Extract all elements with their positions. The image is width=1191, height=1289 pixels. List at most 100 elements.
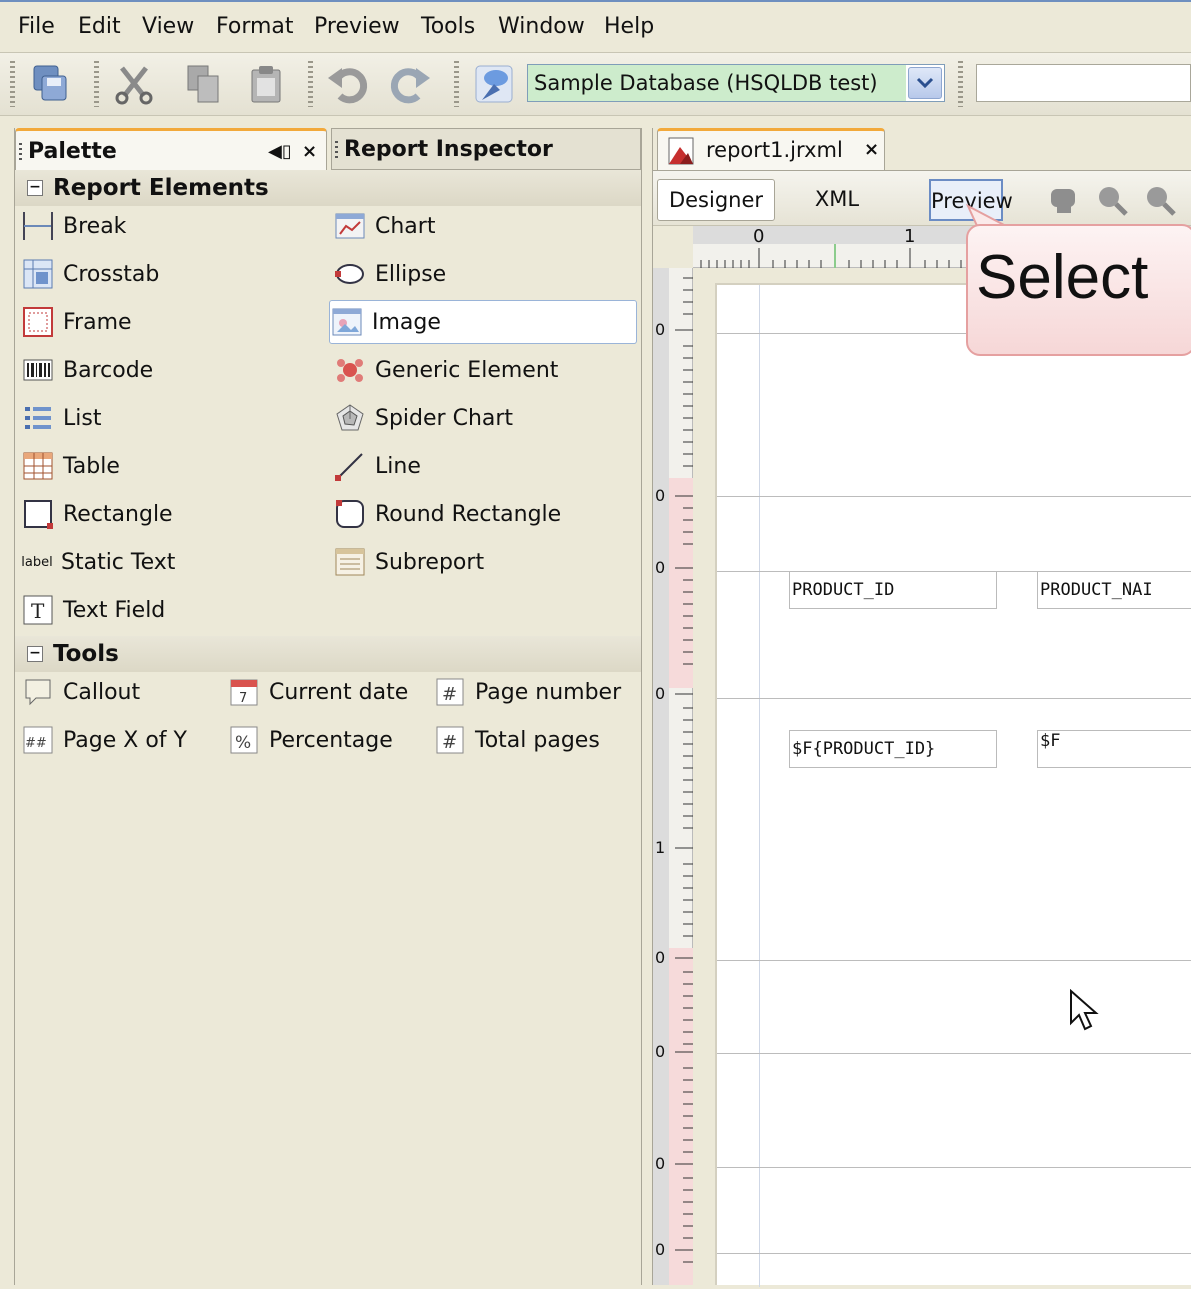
doc-tab-label: report1.jrxml — [706, 138, 843, 162]
toolbar-grip[interactable] — [308, 61, 313, 107]
total-pages-icon: # — [436, 726, 464, 754]
tab-report-inspector[interactable]: Report Inspector — [331, 128, 641, 170]
menu-edit[interactable]: Edit — [78, 14, 121, 39]
datasource-button[interactable] — [468, 61, 520, 107]
report-elements-header[interactable]: − Report Elements — [15, 170, 641, 206]
tool-item-total-pages[interactable]: # Total pages — [433, 718, 637, 762]
static-field-product-id[interactable]: PRODUCT_ID — [789, 571, 997, 609]
palette-item-table[interactable]: Table — [21, 444, 311, 488]
vruler-label: 0 — [655, 684, 666, 703]
tool-item-page-number[interactable]: # Page number — [433, 670, 637, 714]
tool-item-page-x-of-y[interactable]: ## Page X of Y — [21, 718, 221, 762]
palette-item-frame[interactable]: Frame — [21, 300, 311, 344]
copy-button[interactable] — [178, 61, 230, 107]
menu-preview[interactable]: Preview — [314, 14, 400, 39]
vruler-label: 0 — [655, 1154, 666, 1173]
tab-xml[interactable]: XML — [801, 179, 873, 221]
paste-icon — [251, 66, 281, 103]
band-separator[interactable] — [717, 1053, 1191, 1054]
palette-panel: Palette ◀▯ × Report Inspector − Report E… — [14, 128, 642, 1285]
ruler-label-0: 0 — [753, 226, 765, 247]
paste-button[interactable] — [240, 61, 292, 107]
palette-item-chart[interactable]: Chart — [333, 204, 633, 248]
text-field-second[interactable]: $F — [1037, 730, 1191, 768]
palette-item-ellipse[interactable]: Ellipse — [333, 252, 633, 296]
vruler-label: 0 — [655, 1042, 666, 1061]
tools-header[interactable]: − Tools — [15, 636, 641, 672]
zoom-in-icon[interactable] — [1093, 181, 1131, 219]
band-separator[interactable] — [717, 496, 1191, 497]
palette-item-static-text[interactable]: label Static Text — [21, 540, 311, 584]
tools-header-label: Tools — [53, 641, 119, 667]
palette-item-generic-element[interactable]: Generic Element — [333, 348, 633, 392]
band-separator[interactable] — [717, 1167, 1191, 1168]
undo-button[interactable] — [322, 61, 374, 107]
barcode-icon — [23, 359, 53, 381]
report-page[interactable]: PRODUCT_ID PRODUCT_NAI $F{PRODUCT_ID} $F — [715, 283, 1191, 1287]
palette-item-subreport[interactable]: Subreport — [333, 540, 633, 584]
tab-palette-label: Palette — [28, 139, 117, 164]
tool-item-current-date[interactable]: 7 Current date — [227, 670, 437, 714]
collapse-icon[interactable]: − — [27, 180, 43, 196]
palette-item-label: Spider Chart — [375, 405, 514, 431]
palette-item-line[interactable]: Line — [333, 444, 633, 488]
table-icon — [23, 452, 53, 480]
band-separator[interactable] — [717, 960, 1191, 961]
palette-item-label: Crosstab — [63, 261, 160, 287]
tab-palette[interactable]: Palette ◀▯ × — [15, 128, 327, 170]
menu-view[interactable]: View — [142, 14, 194, 39]
menu-tools[interactable]: Tools — [421, 14, 475, 39]
ellipse-icon — [335, 264, 364, 284]
svg-text:7: 7 — [239, 691, 247, 706]
close-icon[interactable]: × — [302, 131, 317, 173]
menu-window[interactable]: Window — [498, 14, 585, 39]
toolbar-grip[interactable] — [454, 61, 459, 107]
redo-button[interactable] — [384, 61, 436, 107]
menu-help[interactable]: Help — [604, 14, 654, 39]
save-all-button[interactable] — [24, 61, 76, 107]
image-icon — [332, 308, 362, 336]
page-number-icon: # — [436, 678, 464, 706]
palette-item-spider-chart[interactable]: Spider Chart — [333, 396, 633, 440]
svg-text:%: % — [235, 733, 251, 753]
palette-item-break[interactable]: Break — [21, 204, 311, 248]
band-separator[interactable] — [717, 698, 1191, 699]
tab-report1-jrxml[interactable]: report1.jrxml × — [657, 128, 885, 170]
close-icon[interactable]: × — [864, 131, 879, 169]
palette-item-label: Generic Element — [375, 357, 559, 383]
static-field-product-name[interactable]: PRODUCT_NAI — [1037, 571, 1191, 609]
line-icon — [335, 453, 363, 481]
collapse-icon[interactable]: − — [27, 646, 43, 662]
band-separator[interactable] — [717, 1253, 1191, 1254]
datasource-dropdown-button[interactable] — [908, 67, 942, 99]
palette-item-rectangle[interactable]: Rectangle — [21, 492, 311, 536]
menu-format[interactable]: Format — [216, 14, 294, 39]
generic-element-icon — [337, 359, 363, 382]
palette-item-image[interactable]: Image — [329, 300, 637, 344]
zoom-out-icon[interactable] — [1141, 181, 1179, 219]
palette-item-crosstab[interactable]: Crosstab — [21, 252, 311, 296]
tool-item-callout[interactable]: Callout — [21, 670, 221, 714]
save-all-icon — [33, 65, 67, 101]
text-field-product-id[interactable]: $F{PRODUCT_ID} — [789, 730, 997, 768]
minimize-icon[interactable]: ◀▯ — [268, 131, 292, 173]
datasource-icon — [475, 65, 513, 103]
toolbar-grip[interactable] — [94, 61, 99, 107]
view-tabs-bar: Designer XML Preview — [653, 170, 1191, 226]
margin-guide — [759, 285, 760, 1287]
cut-button[interactable] — [108, 61, 160, 107]
palette-item-barcode[interactable]: Barcode — [21, 348, 311, 392]
palette-item-round-rectangle[interactable]: Round Rectangle — [333, 492, 633, 536]
vruler-label: 0 — [655, 558, 666, 577]
datasource-select[interactable]: Sample Database (HSQLDB test) — [527, 64, 945, 102]
tool-item-percentage[interactable]: % Percentage — [227, 718, 437, 762]
zoom-fit-icon[interactable] — [1045, 181, 1083, 219]
palette-item-label: Rectangle — [63, 501, 173, 527]
toolbar-grip[interactable] — [10, 61, 15, 107]
tab-designer[interactable]: Designer — [657, 179, 775, 221]
toolbar-search-input[interactable] — [976, 64, 1191, 102]
toolbar-grip[interactable] — [958, 61, 963, 107]
palette-item-list[interactable]: List — [21, 396, 311, 440]
palette-item-text-field[interactable]: T Text Field — [21, 588, 311, 632]
menu-file[interactable]: File — [18, 14, 55, 39]
